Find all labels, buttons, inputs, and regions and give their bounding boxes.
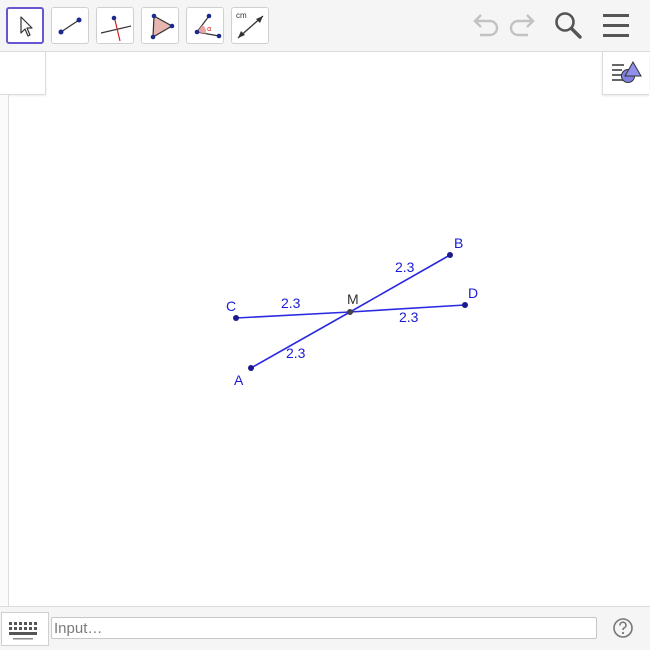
- help-icon[interactable]: [612, 617, 634, 639]
- segment-am-length: 2.3: [286, 345, 306, 361]
- redo-icon[interactable]: [506, 10, 538, 42]
- distance-tool-label: cm: [236, 11, 247, 20]
- segment-cm[interactable]: [235, 311, 351, 319]
- point-a-label: A: [234, 372, 244, 388]
- polygon-tool[interactable]: [141, 7, 179, 44]
- angle-icon: α: [194, 13, 222, 39]
- undo-icon[interactable]: [470, 10, 502, 42]
- polygon-icon: [150, 13, 175, 40]
- point-d[interactable]: [462, 302, 468, 308]
- algebra-panel-border: [0, 95, 9, 606]
- graphics-view[interactable]: A B C D M 2.3 2.3 2.3 2.3: [9, 52, 650, 606]
- segment-md-length: 2.3: [399, 309, 419, 325]
- keyboard-icon: [9, 622, 37, 640]
- distance-tool[interactable]: cm: [231, 7, 269, 44]
- segment-icon: [58, 17, 82, 35]
- move-arrow-icon: [20, 16, 33, 37]
- point-m-label: M: [347, 291, 359, 307]
- point-c[interactable]: [233, 315, 239, 321]
- point-d-label: D: [468, 285, 478, 301]
- distance-icon: cm: [236, 11, 264, 39]
- point-c-label: C: [226, 298, 236, 314]
- keyboard-button[interactable]: [1, 612, 49, 646]
- angle-tool[interactable]: α: [186, 7, 224, 44]
- segment-tool[interactable]: [51, 7, 89, 44]
- menu-icon[interactable]: [601, 10, 633, 42]
- input-bar: Input…: [0, 606, 650, 650]
- perpendicular-line-tool[interactable]: [96, 7, 134, 44]
- search-icon[interactable]: [553, 10, 585, 42]
- point-a[interactable]: [248, 365, 254, 371]
- perpendicular-line-icon: [100, 15, 132, 42]
- segment-cm-length: 2.3: [281, 295, 301, 311]
- move-tool[interactable]: [6, 7, 44, 44]
- point-m[interactable]: [347, 309, 353, 315]
- segment-mb-length: 2.3: [395, 259, 415, 275]
- point-b[interactable]: [447, 252, 453, 258]
- point-b-label: B: [454, 235, 463, 251]
- svg-text:α: α: [207, 25, 212, 33]
- input-field[interactable]: Input…: [51, 617, 597, 639]
- toolbar: α cm: [0, 0, 650, 52]
